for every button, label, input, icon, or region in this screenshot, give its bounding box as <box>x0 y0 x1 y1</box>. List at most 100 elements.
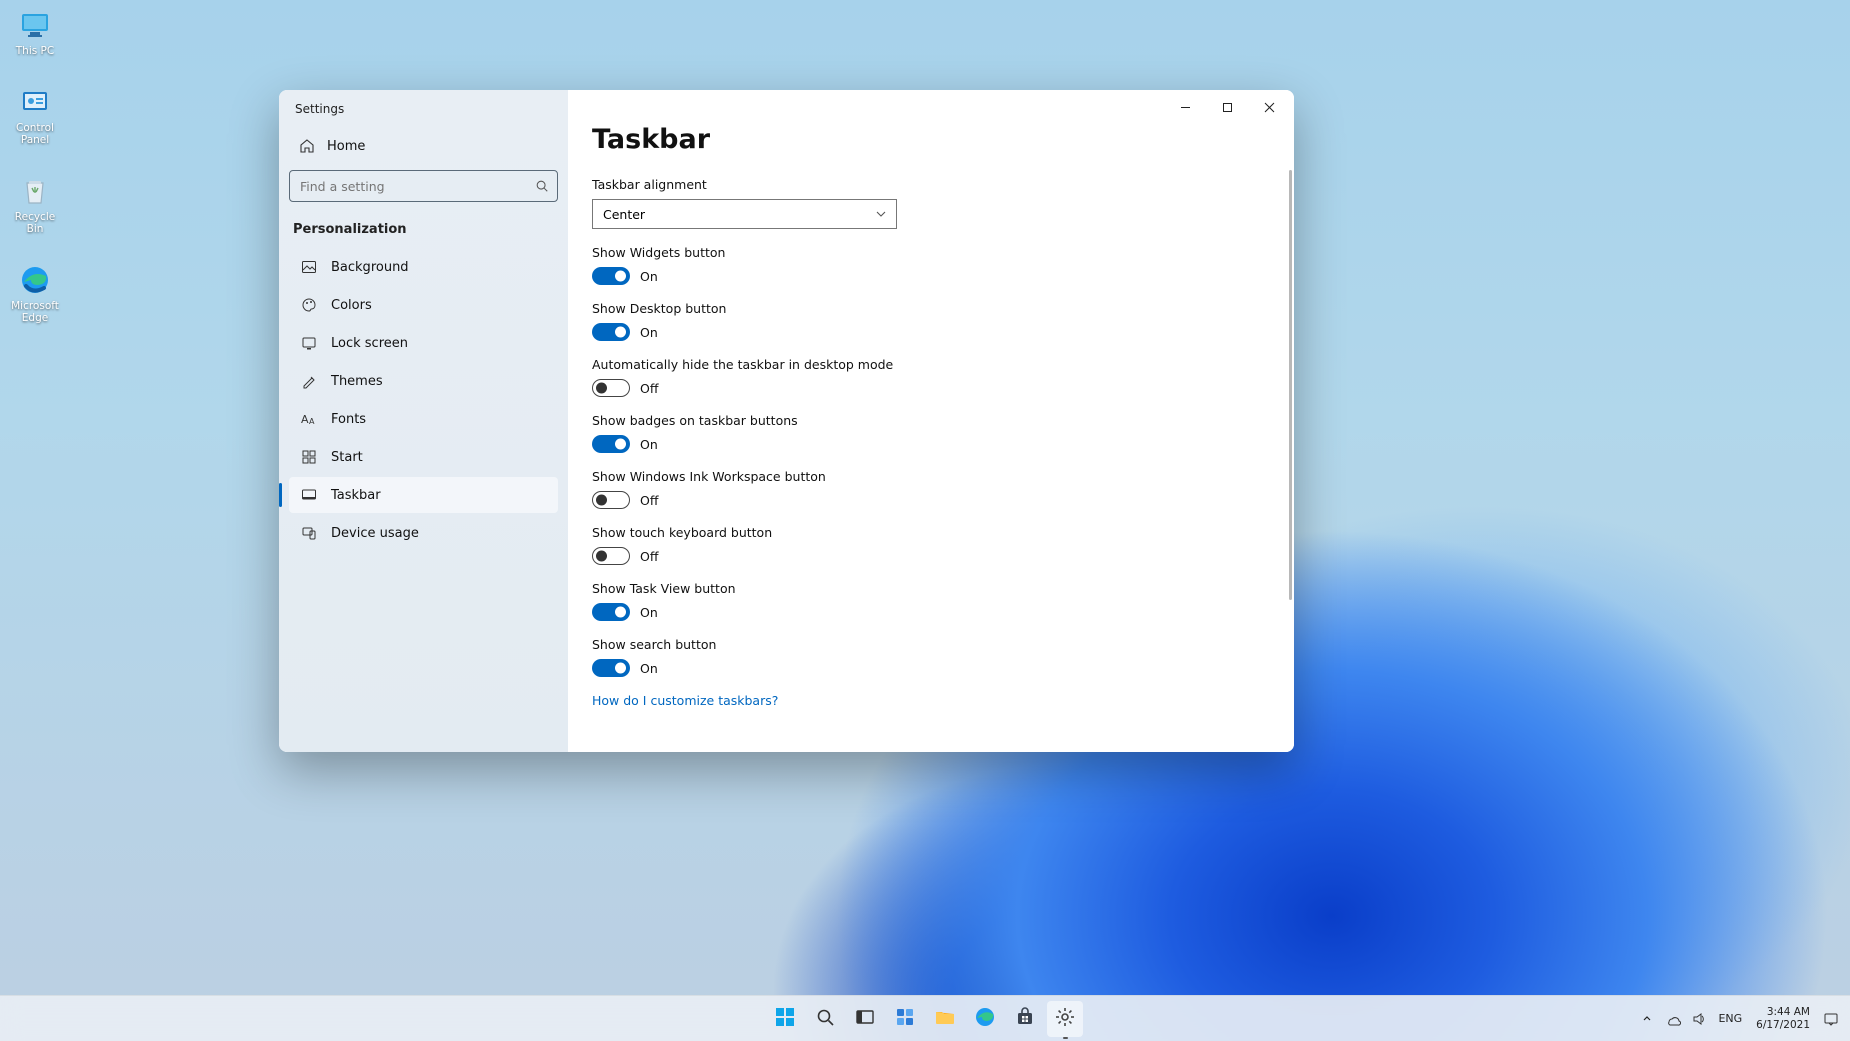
toggle-switch[interactable] <box>592 323 630 341</box>
toggle-control: Off <box>592 379 1270 397</box>
toggle-control: On <box>592 267 1270 285</box>
toggle-switch[interactable] <box>592 547 630 565</box>
toggle-switch[interactable] <box>592 267 630 285</box>
sidebar-item-label: Colors <box>331 298 372 313</box>
folder-icon <box>934 1006 956 1032</box>
toggle-control: On <box>592 323 1270 341</box>
toggle-state: Off <box>640 493 658 508</box>
minimize-button[interactable] <box>1164 92 1206 122</box>
toggle-state: On <box>640 269 658 284</box>
taskbar-taskview[interactable] <box>847 1001 883 1037</box>
alignment-dropdown[interactable]: Center <box>592 199 897 229</box>
sidebar-item-device-usage[interactable]: Device usage <box>289 515 558 551</box>
lockscreen-icon <box>301 335 317 351</box>
taskbar-edge[interactable] <box>967 1001 1003 1037</box>
widgets-icon <box>895 1007 915 1031</box>
sidebar-item-label: Device usage <box>331 526 419 541</box>
toggle-label: Automatically hide the taskbar in deskto… <box>592 357 1270 372</box>
toggle-control: Off <box>592 491 1270 509</box>
sidebar-item-label: Themes <box>331 374 383 389</box>
toggle-label: Show Widgets button <box>592 245 1270 260</box>
toggle-state: On <box>640 605 658 620</box>
tray-clock[interactable]: 3:44 AM 6/17/2021 <box>1756 1006 1810 1031</box>
toggle-label: Show Windows Ink Workspace button <box>592 469 1270 484</box>
sidebar-item-label: Taskbar <box>331 488 381 503</box>
svg-text:A: A <box>301 413 309 426</box>
tray-overflow[interactable] <box>1636 1001 1658 1037</box>
toggle-state: On <box>640 325 658 340</box>
sidebar-item-start[interactable]: Start <box>289 439 558 475</box>
maximize-button[interactable] <box>1206 92 1248 122</box>
desktop-icon-label: Microsoft Edge <box>5 300 65 324</box>
toggle-row: Automatically hide the taskbar in deskto… <box>592 357 1270 397</box>
search-input[interactable] <box>289 170 558 202</box>
tray-volume[interactable] <box>1688 1001 1710 1037</box>
toggle-row: Show touch keyboard buttonOff <box>592 525 1270 565</box>
tray-onedrive[interactable] <box>1662 1001 1684 1037</box>
toggle-control: Off <box>592 547 1270 565</box>
sidebar-item-background[interactable]: Background <box>289 249 558 285</box>
toggle-control: On <box>592 603 1270 621</box>
alignment-value: Center <box>603 207 645 222</box>
sidebar-item-themes[interactable]: Themes <box>289 363 558 399</box>
toggle-label: Show search button <box>592 637 1270 652</box>
taskview-icon <box>855 1007 875 1031</box>
toggle-switch[interactable] <box>592 379 630 397</box>
alignment-label: Taskbar alignment <box>592 177 1270 192</box>
toggle-switch[interactable] <box>592 491 630 509</box>
taskbar-widgets[interactable] <box>887 1001 923 1037</box>
page-title: Taskbar <box>592 124 1270 155</box>
toggle-label: Show Desktop button <box>592 301 1270 316</box>
taskbar-search[interactable] <box>807 1001 843 1037</box>
tray-notifications[interactable] <box>1820 1001 1842 1037</box>
taskbar-start[interactable] <box>767 1001 803 1037</box>
control-panel-icon <box>18 85 52 119</box>
sidebar-item-lockscreen[interactable]: Lock screen <box>289 325 558 361</box>
nav-home[interactable]: Home <box>289 130 558 162</box>
desktop-icon-recycle-bin[interactable]: Recycle Bin <box>5 174 65 235</box>
close-button[interactable] <box>1248 92 1290 122</box>
toggle-row: Show Windows Ink Workspace button Off <box>592 469 1270 509</box>
desktop-icon-control-panel[interactable]: Control Panel <box>5 85 65 146</box>
sidebar-item-label: Lock screen <box>331 336 408 351</box>
desktop-icon-this-pc[interactable]: This PC <box>5 8 65 57</box>
taskbar-file-explorer[interactable] <box>927 1001 963 1037</box>
tray-time: 3:44 AM <box>1756 1006 1810 1019</box>
tray-language[interactable]: ENG <box>1714 1012 1746 1025</box>
toggle-row: Show Widgets button On <box>592 245 1270 285</box>
sidebar-item-taskbar[interactable]: Taskbar <box>289 477 558 513</box>
toggle-state: On <box>640 437 658 452</box>
search-wrap <box>289 170 558 202</box>
toggle-label: Show Task View button <box>592 581 1270 596</box>
start-icon <box>301 449 317 465</box>
toggle-control: On <box>592 659 1270 677</box>
tray-date: 6/17/2021 <box>1756 1019 1810 1032</box>
desktop-icon-label: This PC <box>16 45 54 57</box>
desktop-icon-microsoft-edge[interactable]: Microsoft Edge <box>5 263 65 324</box>
gear-icon <box>1054 1006 1076 1032</box>
recycle-bin-icon <box>18 174 52 208</box>
sidebar-item-label: Fonts <box>331 412 366 427</box>
help-link[interactable]: How do I customize taskbars? <box>592 693 1270 708</box>
toggle-state: Off <box>640 549 658 564</box>
toggle-switch[interactable] <box>592 659 630 677</box>
taskbar-store[interactable] <box>1007 1001 1043 1037</box>
toggle-switch[interactable] <box>592 435 630 453</box>
colors-icon <box>301 297 317 313</box>
settings-content: Taskbar Taskbar alignment Center Show Wi… <box>568 124 1294 752</box>
scrollbar[interactable] <box>1289 170 1292 600</box>
start-logo-icon <box>774 1006 796 1032</box>
background-icon <box>301 259 317 275</box>
window-title: Settings <box>295 102 558 116</box>
settings-sidebar: Settings Home Personalization Background <box>279 90 568 752</box>
edge-icon <box>18 263 52 297</box>
titlebar <box>568 90 1294 124</box>
store-icon <box>1014 1006 1036 1032</box>
toggle-state: On <box>640 661 658 676</box>
monitor-icon <box>18 8 52 42</box>
sidebar-item-colors[interactable]: Colors <box>289 287 558 323</box>
toggle-switch[interactable] <box>592 603 630 621</box>
fonts-icon: AA <box>301 411 317 427</box>
taskbar-settings[interactable] <box>1047 1001 1083 1037</box>
sidebar-item-fonts[interactable]: AA Fonts <box>289 401 558 437</box>
